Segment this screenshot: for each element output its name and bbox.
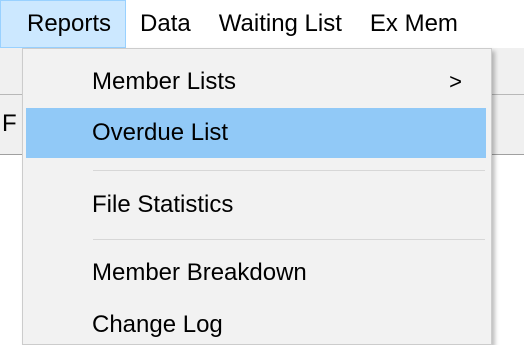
reports-dropdown-menu: Member Lists > Overdue List File Statist… — [22, 48, 492, 345]
menu-bar: Reports Data Waiting List Ex Mem — [0, 0, 524, 48]
menu-item-overdue-list[interactable]: Overdue List — [26, 108, 486, 158]
menu-item-overdue-list-label: Overdue List — [92, 119, 229, 146]
menu-item-member-lists-label: Member Lists — [92, 68, 237, 95]
obscured-form-label: F — [2, 110, 17, 137]
menu-waiting-list-label: Waiting List — [218, 10, 342, 37]
menu-item-member-lists[interactable]: Member Lists > — [26, 57, 486, 107]
app-window: Reports Data Waiting List Ex Mem F Membe… — [0, 0, 524, 345]
menu-reports[interactable]: Reports — [0, 0, 127, 48]
menu-separator — [93, 239, 485, 240]
menu-item-change-log-label: Change Log — [92, 311, 223, 338]
menu-item-member-breakdown[interactable]: Member Breakdown — [26, 248, 486, 298]
menu-separator — [93, 170, 485, 171]
menu-waiting-list[interactable]: Waiting List — [205, 0, 356, 48]
menu-item-member-breakdown-label: Member Breakdown — [92, 259, 307, 286]
menu-reports-label: Reports — [27, 10, 112, 37]
menu-data[interactable]: Data — [126, 0, 205, 48]
menu-item-file-statistics-label: File Statistics — [92, 191, 234, 218]
menu-data-label: Data — [140, 10, 191, 37]
menu-ex-members[interactable]: Ex Mem — [356, 0, 472, 48]
submenu-arrow-icon: > — [449, 69, 462, 94]
menu-ex-members-label: Ex Mem — [369, 10, 458, 37]
menu-item-change-log[interactable]: Change Log — [26, 300, 486, 345]
menu-item-file-statistics[interactable]: File Statistics — [26, 180, 486, 230]
